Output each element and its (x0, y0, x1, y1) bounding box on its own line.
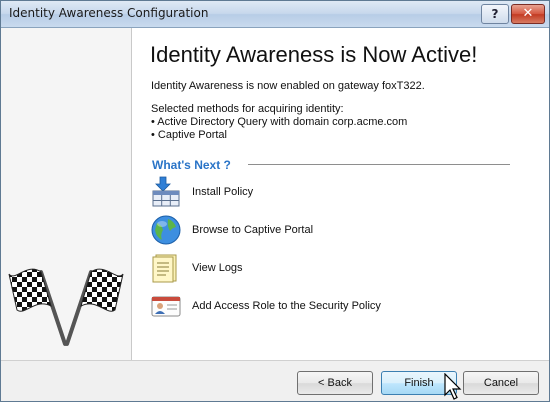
title-bar[interactable]: Identity Awareness Configuration ? ✕ (1, 1, 549, 28)
add-access-role-label: Add Access Role to the Security Policy (192, 300, 381, 312)
browse-portal-label: Browse to Captive Portal (192, 224, 314, 236)
status-text: Identity Awareness is now enabled on gat… (151, 80, 425, 92)
close-button[interactable]: ✕ (511, 4, 545, 24)
help-button[interactable]: ? (481, 4, 509, 24)
method-item: • Active Directory Query with domain cor… (151, 116, 408, 128)
browse-portal-action[interactable]: Browse to Captive Portal (150, 214, 510, 248)
whats-next-heading: What's Next ? (152, 158, 231, 172)
add-access-role-action[interactable]: Add Access Role to the Security Policy (150, 290, 510, 324)
method-item: • Captive Portal (151, 129, 227, 141)
page-heading: Identity Awareness is Now Active! (150, 42, 478, 67)
logs-icon (152, 254, 177, 283)
content-area: Identity Awareness is Now Active! Identi… (132, 28, 549, 360)
view-logs-action[interactable]: View Logs (150, 252, 510, 286)
mouse-cursor-icon (444, 373, 462, 400)
methods-block: Selected methods for acquiring identity:… (151, 103, 407, 142)
install-policy-label: Install Policy (192, 186, 254, 198)
install-policy-icon (152, 176, 180, 207)
view-logs-label: View Logs (192, 262, 243, 274)
wizard-footer: < Back Finish Cancel (1, 360, 549, 401)
section-divider (248, 164, 510, 165)
side-banner (1, 28, 132, 360)
install-policy-action[interactable]: Install Policy (150, 176, 510, 210)
wizard-window: Identity Awareness Configuration ? ✕ Ide… (0, 0, 550, 402)
globe-icon (151, 215, 181, 245)
methods-intro: Selected methods for acquiring identity: (151, 103, 344, 115)
access-role-icon (151, 296, 181, 317)
window-title: Identity Awareness Configuration (9, 6, 209, 20)
checkered-flags-icon (8, 268, 124, 346)
back-button[interactable]: < Back (297, 371, 373, 395)
cancel-button[interactable]: Cancel (463, 371, 539, 395)
